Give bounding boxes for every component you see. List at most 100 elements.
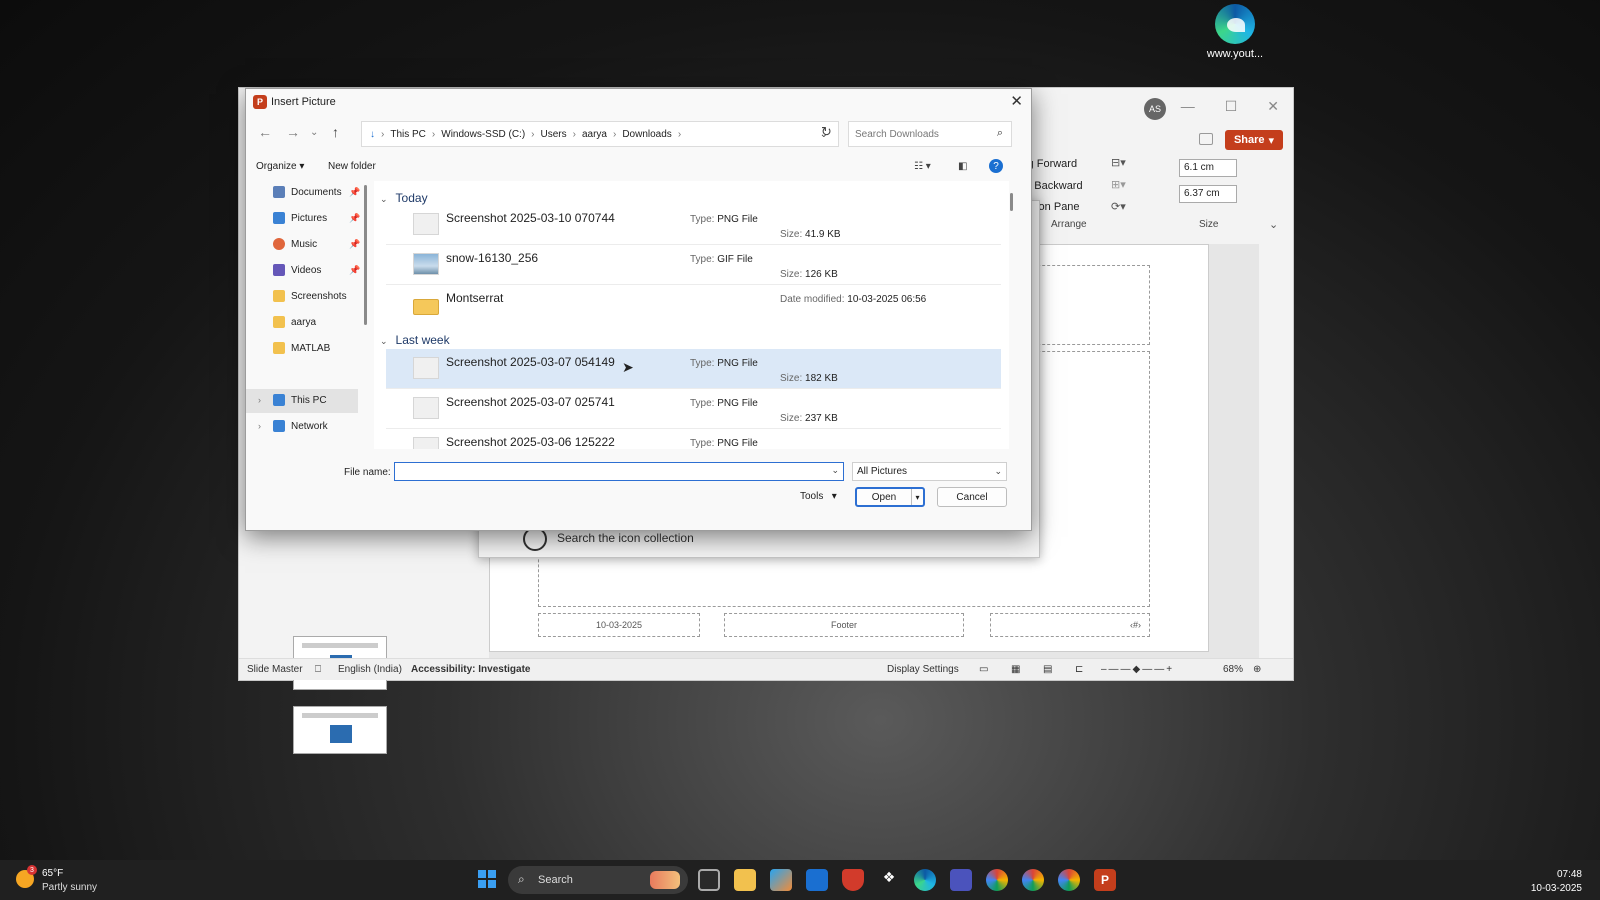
up-icon[interactable]: ↑ — [332, 124, 339, 140]
chrome-icon[interactable] — [1058, 869, 1080, 891]
open-dropdown-icon[interactable]: ▾ — [911, 489, 923, 505]
breadcrumb-item[interactable]: Users — [541, 129, 567, 140]
language-status[interactable]: English (India) — [338, 664, 402, 675]
file-row[interactable]: Screenshot 2025-03-07 054149 Type: PNG F… — [386, 349, 1001, 389]
organize-button[interactable]: Organize ▾ — [256, 161, 304, 172]
file-name-input[interactable]: ⌄ — [394, 462, 844, 481]
group-header-last-week[interactable]: ⌄ Last week — [380, 333, 450, 347]
sidebar-item-aarya[interactable]: aarya — [246, 311, 358, 335]
align-icon[interactable]: ⊟▾ — [1111, 156, 1126, 169]
open-button[interactable]: Open ▾ — [855, 487, 925, 507]
sidebar-item-pictures[interactable]: Pictures 📌 — [246, 207, 360, 231]
preview-pane-icon[interactable]: ◧ — [958, 161, 967, 172]
file-explorer-icon[interactable] — [734, 869, 756, 891]
icon-popup-text: Search the icon collection — [557, 531, 694, 545]
width-field[interactable]: 6.37 cm — [1179, 185, 1237, 203]
date-placeholder[interactable]: 10-03-2025 — [538, 613, 700, 637]
collapse-ribbon-icon[interactable]: ⌄ — [1269, 218, 1278, 231]
file-list-scrollbar[interactable] — [1010, 193, 1013, 211]
file-list: ⌄ Today Screenshot 2025-03-10 070744 Type… — [374, 181, 1009, 449]
close-icon[interactable]: ✕ — [1267, 98, 1279, 115]
sidebar-item-videos[interactable]: Videos 📌 — [246, 259, 360, 283]
help-icon[interactable]: ? — [989, 159, 1003, 173]
chevron-down-icon[interactable]: ⌄ — [831, 465, 839, 476]
sidebar-item-network[interactable]: › Network — [246, 415, 358, 439]
pin-icon: 📌 — [349, 187, 361, 197]
zoom-slider[interactable]: –――◆――+ — [1101, 664, 1174, 675]
music-icon — [273, 238, 285, 250]
sidebar-item-matlab[interactable]: MATLAB — [246, 337, 358, 361]
edge-shortcut[interactable]: www.yout... — [1198, 4, 1272, 60]
store-icon[interactable] — [806, 869, 828, 891]
group-header-today[interactable]: ⌄ Today — [380, 191, 428, 205]
spelling-icon[interactable]: ⎕ — [315, 664, 321, 675]
file-row[interactable]: Screenshot 2025-03-07 025741 Type: PNG F… — [386, 389, 1001, 429]
recent-locations-icon[interactable]: ⌄ — [310, 127, 318, 138]
view-status: Slide Master — [247, 664, 303, 675]
chevron-right-icon[interactable]: › — [258, 395, 261, 405]
avatar[interactable]: AS — [1144, 98, 1166, 120]
breadcrumb-item[interactable]: Windows-SSD (C:) — [441, 129, 525, 140]
edge-icon[interactable] — [914, 869, 936, 891]
file-type-select[interactable]: All Pictures ⌄ — [852, 462, 1007, 481]
task-view-icon[interactable] — [698, 869, 720, 891]
file-row[interactable]: Screenshot 2025-03-06 125222 Type: PNG F… — [386, 429, 1001, 449]
chrome-icon[interactable] — [986, 869, 1008, 891]
back-icon[interactable]: ← — [258, 124, 272, 140]
forward-icon[interactable]: → — [286, 124, 300, 140]
slide-sorter-icon[interactable]: ▦ — [1011, 664, 1020, 675]
sidebar-item-screenshots[interactable]: Screenshots — [246, 285, 358, 309]
breadcrumb-item[interactable]: Downloads — [622, 129, 671, 140]
fit-slide-icon[interactable]: ⊕ — [1253, 664, 1261, 675]
group-icon[interactable]: ⊞▾ — [1111, 178, 1126, 191]
search-input[interactable]: Search Downloads ⌕ — [848, 121, 1012, 147]
png-file-icon — [413, 397, 439, 419]
new-folder-button[interactable]: New folder — [328, 161, 376, 172]
reading-view-icon[interactable]: ▤ — [1043, 664, 1052, 675]
address-bar[interactable]: ↓ › This PC › Windows-SSD (C:) › Users ›… — [361, 121, 839, 147]
normal-view-icon[interactable]: ▭ — [979, 664, 988, 675]
zoom-level[interactable]: 68% — [1223, 664, 1243, 675]
start-button[interactable] — [478, 870, 496, 888]
nav-scrollbar[interactable] — [364, 185, 367, 325]
powerpoint-icon[interactable]: P — [1094, 869, 1116, 891]
slide-thumbnail[interactable] — [293, 706, 387, 754]
dropbox-icon[interactable]: ❖ — [878, 869, 900, 891]
breadcrumb-item[interactable]: This PC — [390, 129, 426, 140]
dialog-title: Insert Picture — [271, 96, 336, 108]
page-number-placeholder[interactable]: ‹#› — [990, 613, 1150, 637]
teams-icon[interactable] — [950, 869, 972, 891]
system-clock[interactable]: 07:48 10-03-2025 — [1531, 868, 1582, 896]
footer-placeholder[interactable]: Footer — [724, 613, 964, 637]
accessibility-status[interactable]: Accessibility: Investigate — [411, 664, 531, 675]
maximize-icon[interactable]: ☐ — [1225, 98, 1238, 115]
display-settings-button[interactable]: Display Settings — [887, 664, 959, 675]
taskbar-search[interactable]: ⌕ Search — [508, 866, 688, 894]
copilot-icon[interactable] — [770, 869, 792, 891]
mcafee-icon[interactable] — [842, 869, 864, 891]
minimize-icon[interactable]: — — [1181, 98, 1195, 115]
taskbar: 3 65°F Partly sunny ⌕ Search ❖ P 07:48 1… — [0, 860, 1600, 900]
folder-row[interactable]: Montserrat Date modified: 10-03-2025 06:… — [386, 285, 1001, 325]
cancel-button[interactable]: Cancel — [937, 487, 1007, 507]
close-icon[interactable]: ✕ — [1010, 92, 1023, 110]
rotate-icon[interactable]: ⟳▾ — [1111, 200, 1126, 213]
sidebar-item-this-pc[interactable]: › This PC — [246, 389, 358, 413]
sidebar-item-documents[interactable]: Documents 📌 — [246, 181, 361, 205]
share-button[interactable]: Share ▾ — [1225, 130, 1283, 150]
file-row[interactable]: Screenshot 2025-03-10 070744 Type: PNG F… — [386, 205, 1001, 245]
slideshow-icon[interactable]: ⊏ — [1075, 664, 1083, 675]
height-field[interactable]: 6.1 cm — [1179, 159, 1237, 177]
tools-menu[interactable]: Tools ▾ — [800, 491, 837, 502]
search-highlight-icon — [650, 871, 680, 889]
sidebar-item-music[interactable]: Music 📌 — [246, 233, 360, 257]
chrome-icon[interactable] — [1022, 869, 1044, 891]
breadcrumb-item[interactable]: aarya — [582, 129, 607, 140]
view-options-icon[interactable]: ☷ ▾ — [914, 161, 931, 172]
chevron-right-icon[interactable]: › — [258, 421, 261, 431]
folder-icon — [413, 299, 439, 315]
refresh-icon[interactable]: ↻ — [821, 124, 832, 140]
computer-icon — [273, 394, 285, 406]
comments-icon[interactable] — [1199, 133, 1213, 145]
file-row[interactable]: snow-16130_256 Type: GIF File Size: 126 … — [386, 245, 1001, 285]
